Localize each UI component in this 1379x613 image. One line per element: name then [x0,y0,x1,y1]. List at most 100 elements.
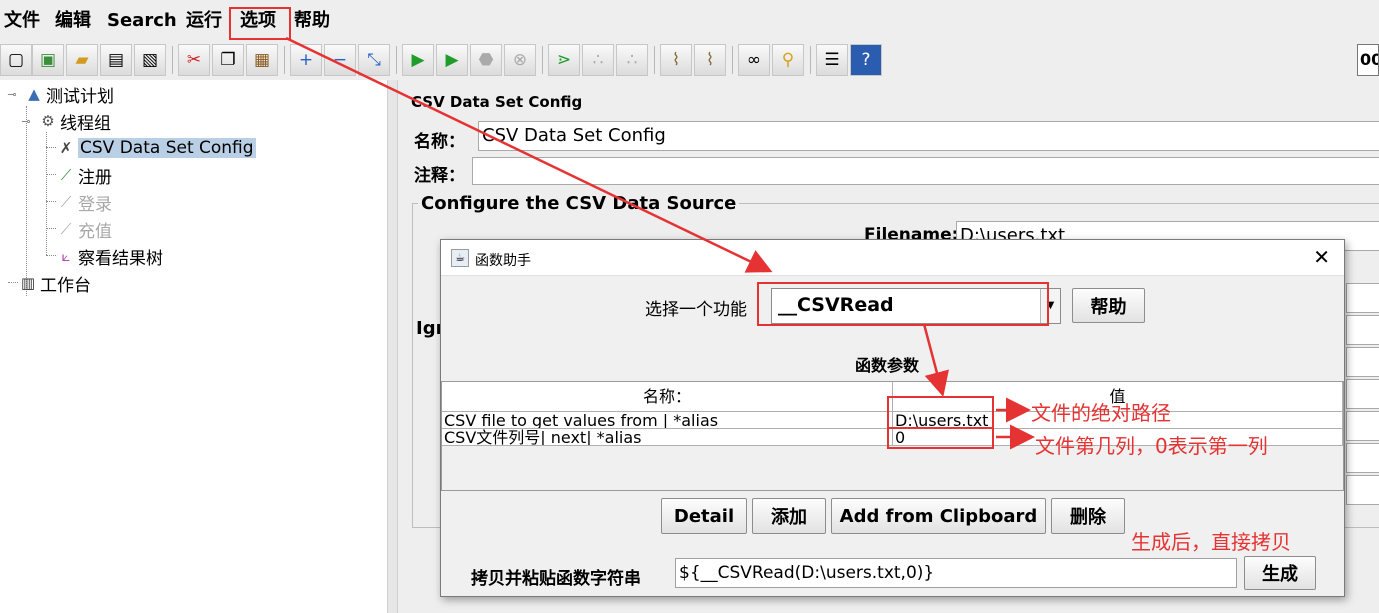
generate-button[interactable]: 生成 [1244,556,1316,590]
toolbar-separator [284,46,285,74]
help-icon[interactable]: ? [850,44,882,76]
save-as-icon[interactable]: ▧ [134,44,166,76]
cut-icon[interactable]: ✂ [178,44,210,76]
tree-node-workbench[interactable]: ▥ 工作台 [18,270,91,296]
splitter-handle[interactable] [388,80,398,613]
tree-node-test-plan[interactable]: ⊸ ▲ 测试计划 [2,81,114,107]
shutdown-icon[interactable]: ⊗ [504,44,536,76]
highlight-column-value [887,427,994,449]
param-name-cell[interactable]: CSV文件列号| next| *alias [442,429,893,446]
copy-string-label: 拷贝并粘贴函数字符串 [471,569,641,589]
notebook-icon: ▥ [20,274,36,292]
toggle-icon[interactable]: ⤡ [358,44,390,76]
open-icon[interactable]: ▰ [66,44,98,76]
tree-connector [46,255,56,256]
pipette-icon: ⟋ [60,193,72,211]
expand-handle-icon[interactable]: ⊸ [2,88,22,101]
detail-button[interactable]: Detail [661,498,747,534]
toolbar-separator [654,46,655,74]
highlight-path-value [887,396,994,429]
comment-field[interactable] [472,157,1379,185]
note-copy-after-generate: 生成后，直接拷贝 [1131,530,1291,554]
tree-node-label: 察看结果树 [78,248,163,269]
tree-node-register[interactable]: ⟋ 注册 [56,162,112,188]
expand-handle-icon[interactable]: ⊸ [16,115,36,128]
name-field[interactable]: CSV Data Set Config [478,121,1379,151]
param-name-cell[interactable]: CSV file to get values from | *alias [442,412,893,429]
search-icon[interactable]: ∞ [738,44,770,76]
config-field[interactable] [1346,411,1379,441]
menu-file[interactable]: 文件 [4,10,40,32]
tree-connector [46,132,47,255]
config-field[interactable] [1346,443,1379,473]
select-function-label: 选择一个功能 [645,300,747,320]
reset-search-icon[interactable]: ⚲ [772,44,804,76]
tree-connector [46,228,56,229]
remote-stop-icon[interactable]: ∴ [582,44,614,76]
toolbar-separator [396,46,397,74]
function-string-field[interactable]: ${__CSVRead(D:\users.txt,0)} [675,558,1237,588]
java-app-icon: ☕ [451,249,469,267]
tree-node-view-results-tree[interactable]: ⟀ 察看结果树 [56,243,164,269]
graph-icon: ⟀ [61,247,71,265]
expand-icon[interactable]: + [290,44,322,76]
copy-icon[interactable]: ❐ [212,44,244,76]
gear-icon: ⚙ [41,112,55,130]
config-field[interactable] [1346,379,1379,409]
remote-start-icon[interactable]: ⋗ [548,44,580,76]
clear-icon[interactable]: ⌇ [660,44,692,76]
templates-icon[interactable]: ▣ [32,44,64,76]
tree-node-thread-group[interactable]: ⊸ ⚙ 线程组 [16,108,111,134]
save-icon[interactable]: ▤ [100,44,132,76]
clear-all-icon[interactable]: ⌇ [694,44,726,76]
toolbar-separator [172,46,173,74]
dialog-titlebar[interactable]: ☕ 函数助手 ✕ [441,240,1344,276]
menu-run[interactable]: 运行 [186,10,222,32]
name-label: 名称： [414,132,465,152]
tree-node-recharge[interactable]: ⟋ 充值 [56,216,112,242]
toolbar-separator [810,46,811,74]
function-helper-icon[interactable]: ☰ [816,44,848,76]
config-field[interactable] [1346,347,1379,377]
tree-connector [46,201,56,202]
tree-node-login[interactable]: ⟋ 登录 [56,189,112,215]
tree-connector [46,147,56,148]
delete-button[interactable]: 删除 [1051,498,1125,534]
wrench-icon: ✗ [59,139,73,157]
config-field[interactable] [1346,315,1379,345]
tree-node-label: 工作台 [40,275,91,296]
add-from-clipboard-button[interactable]: Add from Clipboard [831,498,1046,534]
tree-node-label: 注册 [78,167,112,188]
config-field[interactable] [1346,283,1379,313]
help-button[interactable]: 帮助 [1072,288,1145,323]
note-column-index: 文件第几列，0表示第一列 [1035,434,1268,458]
remote-shutdown-icon[interactable]: ∴ [616,44,648,76]
menu-edit[interactable]: 编辑 [55,10,91,32]
tree-node-label: CSV Data Set Config [78,138,256,158]
add-button[interactable]: 添加 [752,498,826,534]
highlight-function-select [757,282,1049,326]
start-icon[interactable]: ▶ [402,44,434,76]
dialog-title: 函数助手 [475,253,531,269]
tree-connector [46,174,56,175]
config-field[interactable] [1346,475,1379,505]
tree-connector [8,282,18,283]
stop-icon[interactable]: ⬣ [470,44,502,76]
test-plan-tree: ⊸ ▲ 测试计划 ⊸ ⚙ 线程组 ✗ CSV Data Set Config ⟋… [0,80,388,613]
params-title: 函数参数 [855,356,920,375]
start-no-pause-icon[interactable]: ▶ [436,44,468,76]
paste-icon[interactable]: ▦ [246,44,278,76]
toolbar-separator [542,46,543,74]
note-absolute-path: 文件的绝对路径 [1031,401,1171,425]
tree-node-label: 登录 [78,194,112,215]
menu-search[interactable]: Search [107,10,177,32]
thread-count-display: 00 [1357,44,1379,76]
collapse-icon[interactable]: − [324,44,356,76]
toolbar-separator [732,46,733,74]
new-icon[interactable]: ▢ [0,44,32,76]
toolbar: ▢ ▣ ▰ ▤ ▧ ✂ ❐ ▦ + − ⤡ ▶ ▶ ⬣ ⊗ ⋗ ∴ ∴ ⌇ ⌇ … [0,42,1379,78]
panel-title: CSV Data Set Config [411,93,583,111]
menu-help[interactable]: 帮助 [294,10,330,32]
tree-node-csv-data-set-config[interactable]: ✗ CSV Data Set Config [56,135,256,161]
close-icon[interactable]: ✕ [1313,246,1330,268]
